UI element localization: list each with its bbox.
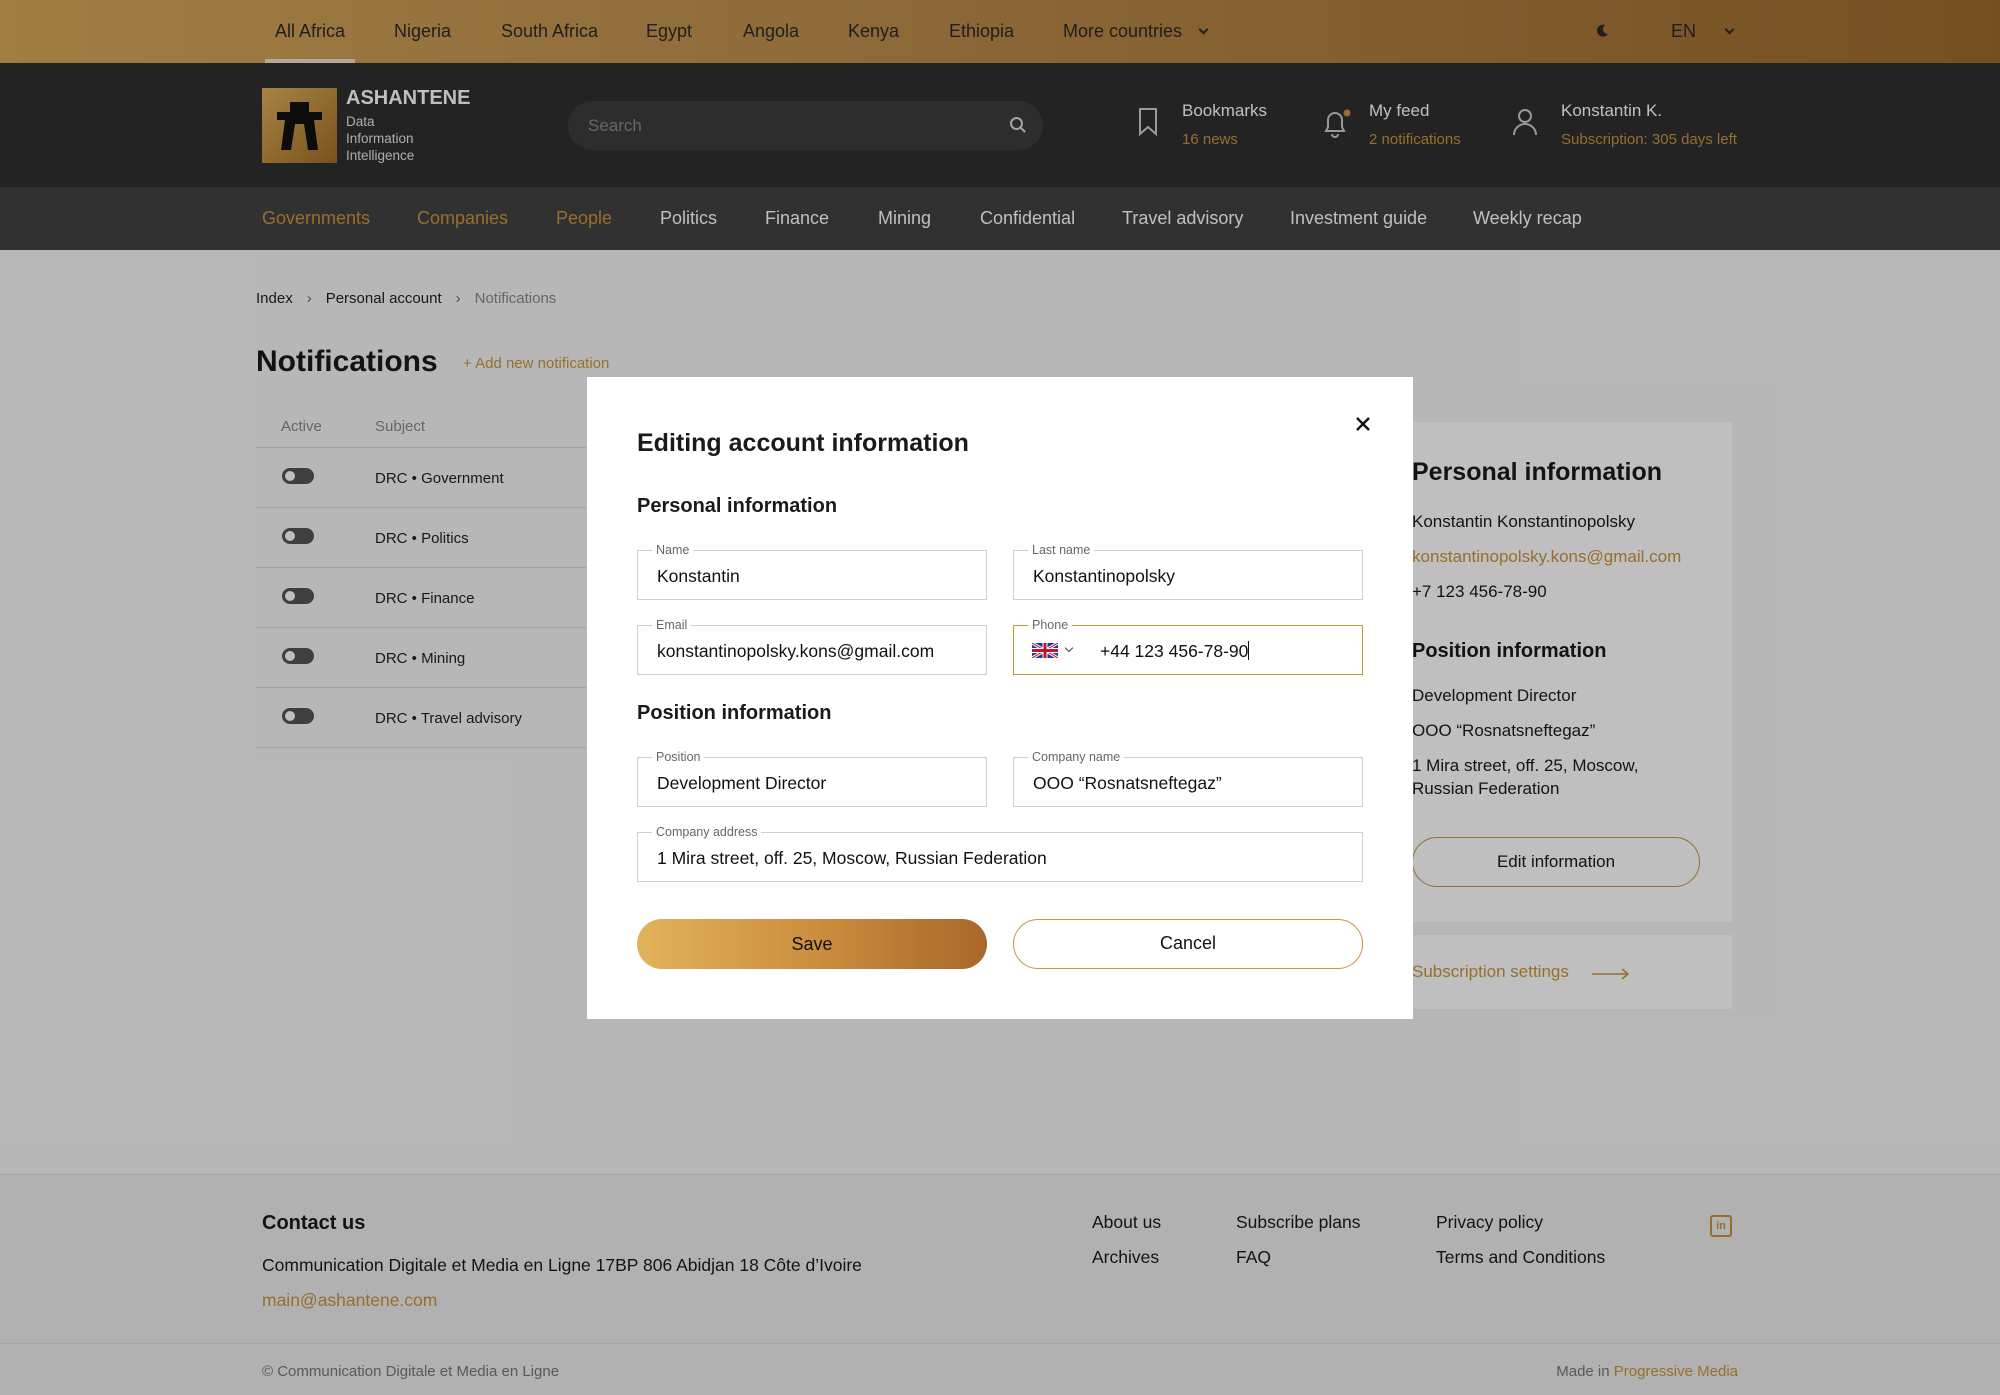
text-caret — [1248, 641, 1250, 660]
cancel-button[interactable]: Cancel — [1013, 919, 1363, 969]
field-value: konstantinopolsky.kons@gmail.com — [657, 641, 935, 661]
name-field[interactable]: Name Konstantin — [637, 543, 987, 600]
phone-field[interactable]: Phone +44 123 456-78-90 — [1013, 618, 1363, 675]
phone-value: +44 123 456-78-90 — [1100, 641, 1249, 661]
field-value: 1 Mira street, off. 25, Moscow, Russian … — [657, 848, 1047, 868]
company-name-field[interactable]: Company name OOO “Rosnatsneftegaz” — [1013, 750, 1363, 807]
save-button[interactable]: Save — [637, 919, 987, 969]
company-address-field[interactable]: Company address 1 Mira street, off. 25, … — [637, 825, 1363, 882]
field-label: Position — [652, 750, 705, 764]
field-label: Email — [652, 618, 692, 632]
field-value: Development Director — [657, 773, 827, 793]
field-label: Phone — [1028, 618, 1073, 632]
chevron-down-icon[interactable] — [1064, 643, 1074, 653]
position-field[interactable]: Position Development Director — [637, 750, 987, 807]
modal-personal-heading: Personal information — [637, 495, 838, 517]
close-icon[interactable] — [1351, 412, 1375, 436]
field-label: Last name — [1028, 543, 1095, 557]
field-label: Company address — [652, 825, 762, 839]
field-value: Konstantin — [657, 566, 740, 586]
field-label: Name — [652, 543, 694, 557]
modal-title: Editing account information — [637, 429, 969, 457]
uk-flag-icon[interactable] — [1032, 643, 1058, 658]
field-value: +44 123 456-78-90 — [1100, 641, 1250, 662]
field-value: OOO “Rosnatsneftegaz” — [1033, 773, 1222, 793]
modal-position-heading: Position information — [637, 702, 832, 724]
edit-account-modal: Editing account information Personal inf… — [587, 377, 1413, 1019]
email-field[interactable]: Email konstantinopolsky.kons@gmail.com — [637, 618, 987, 675]
field-value: Konstantinopolsky — [1033, 566, 1176, 586]
field-label: Company name — [1028, 750, 1125, 764]
last-name-field[interactable]: Last name Konstantinopolsky — [1013, 543, 1363, 600]
